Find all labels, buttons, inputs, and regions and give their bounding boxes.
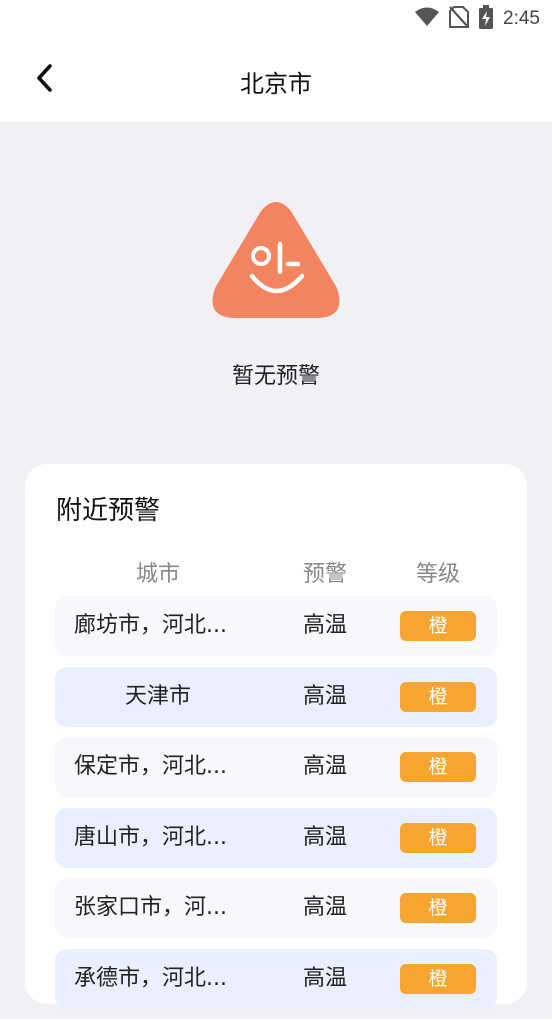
level-badge: 橙 <box>400 963 476 994</box>
nearby-warnings-card: 附近预警 城市 预警 等级 廊坊市，河北... 高温 橙 天津市 高温 橙 保定… <box>25 464 527 1009</box>
table-row[interactable]: 承德市，河北... 高温 橙 <box>55 948 497 1009</box>
level-badge: 橙 <box>400 893 476 923</box>
table-row[interactable]: 天津市 高温 橙 <box>55 666 497 727</box>
row-warning-type: 高温 <box>302 613 348 638</box>
row-warning-type: 高温 <box>302 895 348 920</box>
level-badge: 橙 <box>400 681 476 712</box>
row-warning-type: 高温 <box>302 965 348 991</box>
table-row[interactable]: 张家口市，河... 高温 橙 <box>55 878 497 938</box>
table-row[interactable]: 保定市，河北... 高温 橙 <box>55 737 497 797</box>
app-bar: 北京市 <box>0 38 552 122</box>
column-header-city: 城市 <box>135 562 181 587</box>
status-icons: 2:45 <box>414 5 540 33</box>
wifi-icon <box>414 7 440 31</box>
row-city: 张家口市，河... <box>74 895 227 920</box>
row-warning-type: 高温 <box>302 683 348 709</box>
row-city: 唐山市，河北... <box>74 824 227 850</box>
no-warning-illustration <box>206 196 346 322</box>
status-bar: 2:45 <box>0 0 552 38</box>
table-row[interactable]: 唐山市，河北... 高温 橙 <box>55 807 497 868</box>
no-sim-icon <box>449 6 470 32</box>
row-city: 廊坊市，河北... <box>74 613 227 638</box>
table-header: 城市 预警 等级 <box>55 552 497 588</box>
row-city: 承德市，河北... <box>74 965 227 991</box>
nearby-warnings-title: 附近预警 <box>56 496 161 526</box>
level-badge: 橙 <box>400 822 476 853</box>
warning-list: 廊坊市，河北... 高温 橙 天津市 高温 橙 保定市，河北... 高温 橙 唐… <box>55 596 497 1019</box>
page-title: 北京市 <box>240 70 312 98</box>
column-header-warning: 预警 <box>302 562 348 587</box>
battery-charging-icon <box>478 5 494 33</box>
row-city: 保定市，河北... <box>74 754 227 779</box>
row-city: 天津市 <box>124 683 191 709</box>
status-time: 2:45 <box>503 8 540 29</box>
row-warning-type: 高温 <box>302 754 348 779</box>
level-badge: 橙 <box>400 752 476 782</box>
table-row[interactable]: 廊坊市，河北... 高温 橙 <box>55 596 497 656</box>
empty-state-message: 暂无预警 <box>231 364 320 389</box>
row-warning-type: 高温 <box>302 824 348 850</box>
level-badge: 橙 <box>400 611 476 641</box>
column-header-level: 等级 <box>415 562 461 587</box>
